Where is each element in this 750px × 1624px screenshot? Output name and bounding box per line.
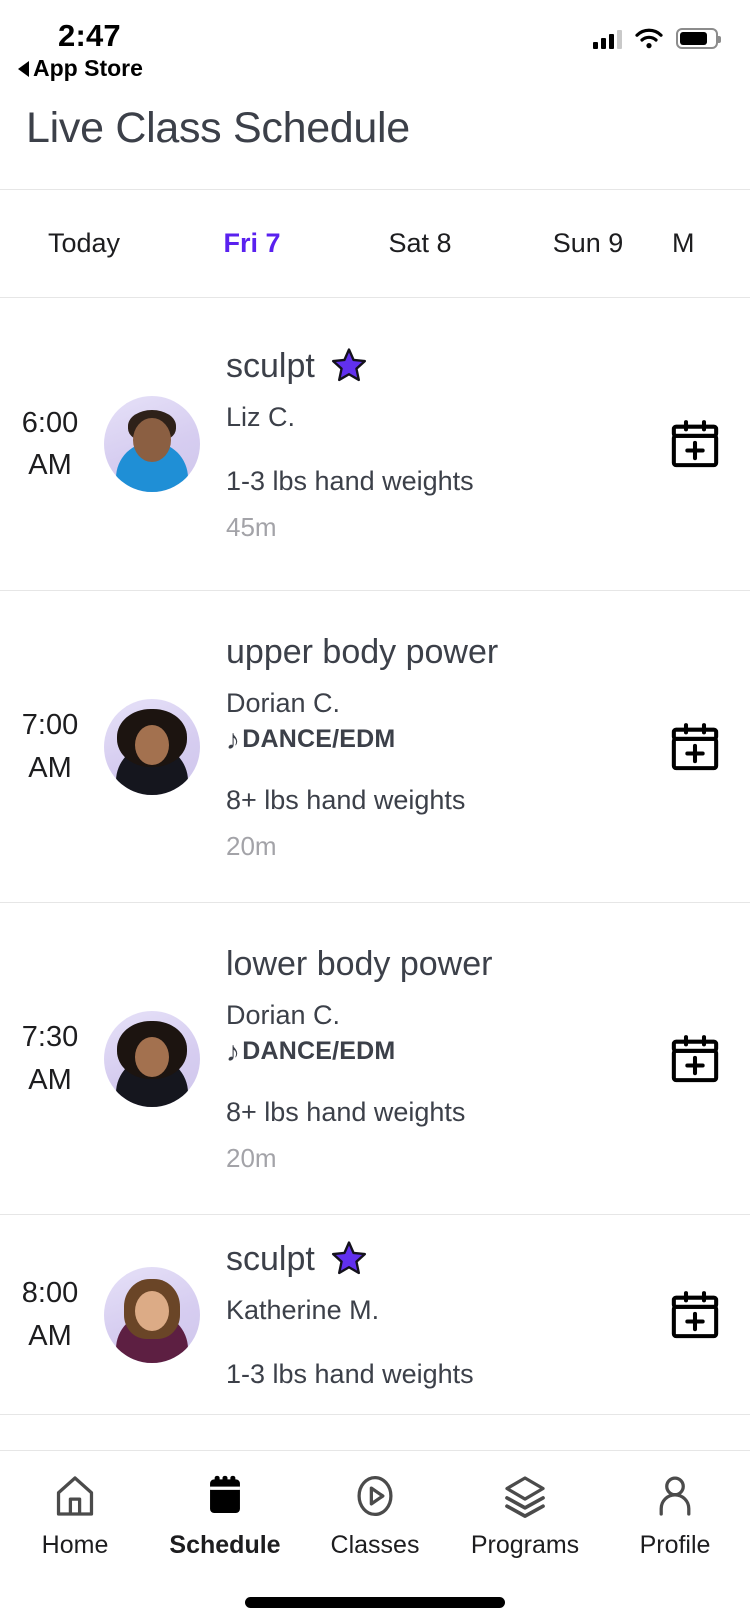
class-info: sculpt Liz C. 1-3 lbs hand weights 45m: [200, 345, 640, 544]
class-music-genre: DANCE/EDM: [242, 1037, 396, 1065]
back-triangle-icon: [18, 60, 29, 77]
tab-profile[interactable]: Profile: [600, 1473, 750, 1560]
class-time-value: 6:00: [21, 406, 79, 439]
person-icon: [659, 1476, 691, 1516]
class-equipment: 8+ lbs hand weights: [226, 785, 466, 815]
class-equipment: 1-3 lbs hand weights: [226, 466, 474, 496]
page-header: Live Class Schedule: [0, 96, 750, 190]
class-time: 7:30 AM: [0, 1016, 100, 1100]
class-time: 7:00 AM: [0, 704, 100, 788]
home-indicator: [245, 1597, 505, 1608]
class-duration: 45m: [226, 511, 277, 542]
class-time-value: 7:30: [21, 1021, 79, 1054]
class-title-row: sculpt: [226, 1238, 630, 1281]
class-time-ampm: AM: [28, 449, 72, 481]
star-icon: [331, 1241, 366, 1274]
add-to-calendar-icon: [671, 420, 719, 468]
class-list: 6:00 AM sculpt Liz C. 1-3 lbs hand weigh…: [0, 298, 750, 1450]
status-bar: 2:47 App Store: [0, 0, 750, 96]
class-title-row: upper body power: [226, 631, 630, 674]
instructor-avatar: [104, 698, 200, 795]
day-tab-sat-8[interactable]: Sat 8: [336, 228, 504, 259]
day-tab-sun-9[interactable]: Sun 9: [504, 228, 672, 259]
tab-programs[interactable]: Programs: [450, 1473, 600, 1560]
class-row[interactable]: 7:30 AM lower body power Dorian C. ♪ DAN…: [0, 903, 750, 1215]
class-instructor: Liz C.: [226, 402, 296, 433]
tab-label: Profile: [639, 1531, 711, 1559]
layers-icon: [505, 1476, 545, 1518]
add-to-calendar-button[interactable]: [640, 1288, 750, 1342]
instructor-avatar: [104, 1010, 200, 1107]
class-time-value: 7:00: [21, 709, 79, 742]
class-title-row: sculpt: [226, 345, 630, 388]
wifi-icon: [635, 28, 663, 49]
class-info: lower body power Dorian C. ♪ DANCE/EDM 8…: [200, 943, 640, 1175]
class-time-ampm: AM: [28, 751, 72, 784]
class-time: 6:00 AM: [0, 402, 100, 486]
page-title: Live Class Schedule: [26, 104, 410, 152]
tab-schedule[interactable]: Schedule: [150, 1473, 300, 1560]
day-tab-strip[interactable]: Today Fri 7 Sat 8 Sun 9 M: [0, 190, 750, 298]
add-to-calendar-button[interactable]: [640, 1032, 750, 1086]
add-to-calendar-icon: [671, 1034, 719, 1082]
back-label: App Store: [33, 55, 143, 81]
class-title-row: lower body power: [226, 943, 630, 986]
day-tab-fri-7[interactable]: Fri 7: [168, 228, 336, 259]
battery-icon: [676, 28, 721, 49]
instructor-avatar: [104, 1266, 200, 1363]
music-note-icon: ♪: [226, 1035, 241, 1067]
tab-label: Home: [41, 1531, 109, 1559]
play-circle-icon: [357, 1475, 393, 1517]
class-duration: 20m: [226, 830, 277, 861]
class-instructor: Katherine M.: [226, 1295, 380, 1325]
music-note-icon: ♪: [226, 723, 241, 755]
class-instructor: Dorian C.: [226, 1000, 341, 1031]
class-duration: 20m: [226, 1142, 277, 1173]
back-to-app-store-button[interactable]: App Store: [18, 55, 143, 82]
class-row[interactable]: 6:00 AM sculpt Liz C. 1-3 lbs hand weigh…: [0, 298, 750, 591]
class-time-value: 8:00: [21, 1277, 79, 1310]
class-time-ampm: AM: [28, 1063, 72, 1096]
status-bar-time: 2:47: [58, 18, 121, 53]
class-instructor: Dorian C.: [226, 688, 341, 719]
tab-label: Schedule: [169, 1531, 281, 1559]
star-icon: [331, 348, 366, 382]
cellular-signal-icon: [593, 29, 622, 49]
status-bar-indicators: [593, 28, 721, 49]
app-screen: 2:47 App Store Live Class Schedule Today…: [0, 0, 750, 1624]
home-icon: [56, 1476, 94, 1516]
class-row[interactable]: 8:00 AM sculpt Katherine M. 1-3 lbs hand…: [0, 1215, 750, 1415]
instructor-avatar: [104, 396, 200, 492]
tab-classes[interactable]: Classes: [300, 1473, 450, 1560]
class-music-genre-row: ♪ DANCE/EDM: [226, 725, 630, 754]
class-music-genre: DANCE/EDM: [242, 725, 396, 753]
class-info: sculpt Katherine M. 1-3 lbs hand weights: [200, 1238, 640, 1392]
class-info: upper body power Dorian C. ♪ DANCE/EDM 8…: [200, 631, 640, 863]
tab-label: Programs: [470, 1531, 580, 1559]
add-to-calendar-icon: [671, 1290, 719, 1338]
tab-label: Classes: [330, 1531, 420, 1559]
tab-home[interactable]: Home: [0, 1473, 150, 1560]
class-title: lower body power: [226, 944, 493, 983]
class-time: 8:00 AM: [0, 1272, 100, 1356]
class-row[interactable]: 7:00 AM upper body power Dorian C. ♪ DAN…: [0, 591, 750, 903]
add-to-calendar-button[interactable]: [640, 720, 750, 774]
day-tab-today[interactable]: Today: [0, 228, 168, 259]
day-tab-next[interactable]: M: [672, 228, 750, 259]
class-equipment: 8+ lbs hand weights: [226, 1097, 466, 1127]
class-title: sculpt: [226, 1239, 315, 1278]
add-to-calendar-button[interactable]: [640, 417, 750, 471]
add-to-calendar-icon: [671, 722, 719, 770]
class-time-ampm: AM: [28, 1319, 72, 1352]
class-title: sculpt: [226, 346, 315, 385]
class-title: upper body power: [226, 632, 499, 671]
calendar-icon: [210, 1475, 240, 1514]
class-equipment: 1-3 lbs hand weights: [226, 1358, 474, 1389]
class-music-genre-row: ♪ DANCE/EDM: [226, 1037, 630, 1066]
